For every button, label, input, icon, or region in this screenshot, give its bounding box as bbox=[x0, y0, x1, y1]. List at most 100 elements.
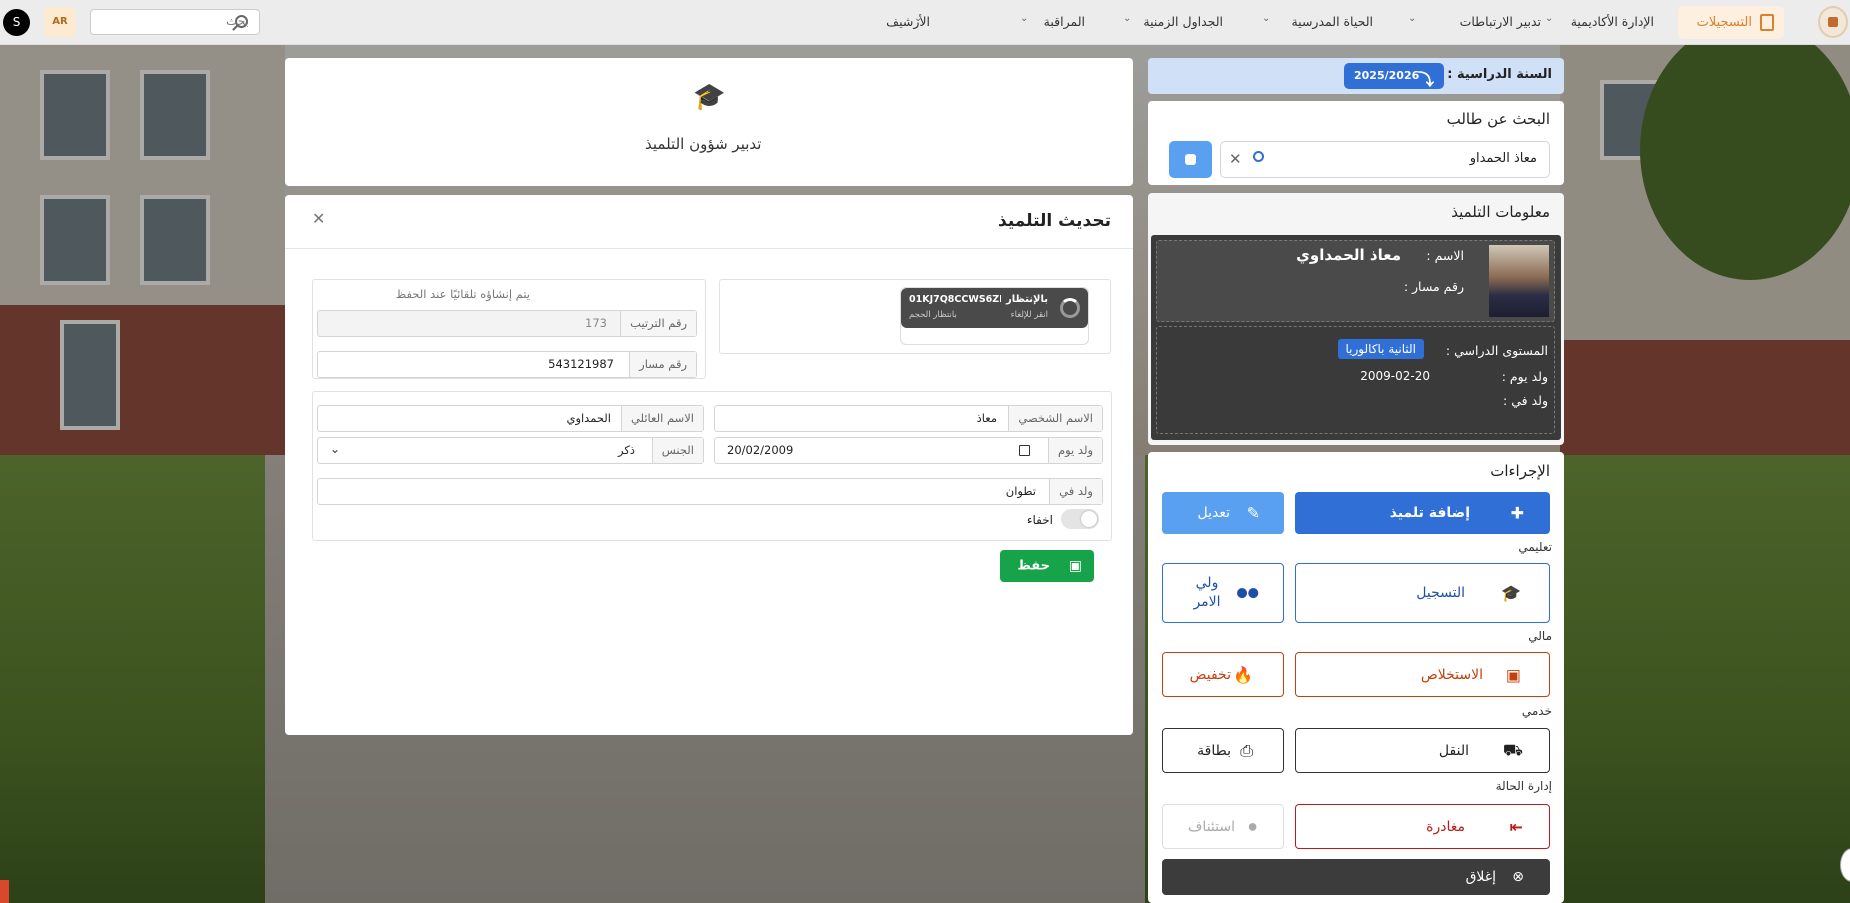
auto-fields-box: يتم إنشاؤه تلقائيًا عند الحفظ رقم الترتي… bbox=[312, 279, 706, 379]
student-summary-box: الاسم : معاذ الحمداوي رقم مسار : bbox=[1156, 240, 1555, 322]
student-search-card: البحث عن طالب ✕ معاذ الحمداو bbox=[1148, 101, 1564, 185]
school-year-bar: السنة الدراسية : 2025/2026 ⤵ bbox=[1148, 58, 1564, 94]
student-photo bbox=[1489, 245, 1549, 317]
student-affairs-header: 🎓 تدبير شؤون التلميذ bbox=[285, 58, 1133, 186]
fire-icon: 🔥 bbox=[1233, 665, 1253, 684]
auto-note: يتم إنشاؤه تلقائيًا عند الحفظ bbox=[395, 287, 530, 301]
close-button[interactable]: ⊗ إغلاق bbox=[1162, 859, 1550, 895]
student-info-card: معلومات التلميذ الاسم : معاذ الحمداوي رق… bbox=[1148, 193, 1564, 445]
registration-button[interactable]: 🎓 التسجيل bbox=[1295, 563, 1550, 623]
student-info-panel: الاسم : معاذ الحمداوي رقم مسار : المستوى… bbox=[1151, 235, 1561, 440]
transport-button[interactable]: ⛟ النقل bbox=[1295, 728, 1550, 773]
last-name-field[interactable]: الاسم العائلي الحمداوي bbox=[317, 405, 704, 432]
top-navbar: التسجيلات الإدارة الأكاديمية ⌄ تدبير الا… bbox=[0, 0, 1850, 45]
dob-label: ولد يوم : bbox=[1501, 369, 1548, 384]
dob-field[interactable]: ولد يوم 20/02/2009 bbox=[714, 437, 1103, 464]
level-badge: الثانية باكالوريا bbox=[1337, 339, 1424, 359]
details-box: الاسم الشخصي معاذ الاسم العائلي الحمداوي… bbox=[312, 391, 1112, 541]
actions-card: الإجراءات ✚ إضافة تلميذ ✎ تعديل تعليمي 🎓… bbox=[1148, 452, 1564, 903]
search-icon bbox=[1253, 151, 1264, 162]
close-circle-icon: ⊗ bbox=[1512, 869, 1524, 885]
users-icon: ●● bbox=[1236, 585, 1259, 601]
first-name-field[interactable]: الاسم الشخصي معاذ bbox=[714, 405, 1103, 432]
nav-item-academic[interactable]: الإدارة الأكاديمية bbox=[1571, 14, 1654, 29]
update-student-form: تحديث التلميذ ✕ بالإنتظار انقر للإلغاء 0… bbox=[285, 195, 1133, 735]
lookup-icon bbox=[1185, 154, 1196, 165]
level-label: المستوى الدراسي : bbox=[1445, 343, 1548, 358]
pob-field[interactable]: ولد في تطوان bbox=[317, 478, 1103, 505]
dob-value: 2009-02-20 bbox=[1360, 369, 1430, 383]
massar-label: رقم مسار : bbox=[1403, 279, 1464, 294]
actions-title: الإجراءات bbox=[1490, 462, 1550, 480]
page-title: تدبير شؤون التلميذ bbox=[645, 135, 762, 153]
student-search-input[interactable]: ✕ معاذ الحمداو bbox=[1220, 141, 1550, 178]
chevron-down-icon: ⌄ bbox=[1545, 13, 1554, 24]
collection-button[interactable]: ▣ الاستخلاص bbox=[1295, 652, 1550, 697]
clear-icon[interactable]: ✕ bbox=[1229, 150, 1242, 168]
student-info-title: معلومات التلميذ bbox=[1451, 203, 1550, 221]
school-year-selector[interactable]: 2025/2026 ⤵ bbox=[1344, 63, 1444, 89]
edit-button[interactable]: ✎ تعديل bbox=[1162, 492, 1284, 534]
section-educational: تعليمي bbox=[1518, 540, 1552, 554]
truck-icon: ⛟ bbox=[1502, 740, 1523, 759]
chevron-down-icon: ⌄ bbox=[1408, 13, 1417, 24]
card-button[interactable]: ⎙ بطاقة bbox=[1162, 728, 1284, 773]
add-student-button[interactable]: ✚ إضافة تلميذ bbox=[1295, 492, 1550, 534]
section-status: إدارة الحالة bbox=[1495, 779, 1552, 793]
floppy-disk-icon: ▣ bbox=[1068, 558, 1082, 574]
graduation-cap-icon: 🎓 bbox=[1501, 583, 1521, 603]
student-search-title: البحث عن طالب bbox=[1446, 110, 1550, 128]
school-year-label: السنة الدراسية : bbox=[1447, 67, 1552, 82]
document-icon bbox=[1760, 14, 1774, 31]
nav-item-monitoring[interactable]: المراقبة bbox=[1044, 14, 1085, 29]
nav-item-archive[interactable]: الأرشيف bbox=[886, 14, 930, 29]
chevron-down-icon: ⌄ bbox=[1262, 13, 1271, 24]
edit-icon: ✎ bbox=[1246, 503, 1260, 523]
order-number-field: رقم الترتيب 173 bbox=[317, 310, 697, 337]
language-switch[interactable]: AR bbox=[44, 7, 76, 37]
hide-label: اخفاء bbox=[1026, 513, 1053, 527]
nav-item-school-life[interactable]: الحياة المدرسية bbox=[1291, 14, 1373, 29]
photo-upload-area[interactable]: بالإنتظار انقر للإلغاء 01KJ7Q8CCWS6ZD...… bbox=[719, 279, 1111, 354]
nav-item-registrations[interactable]: التسجيلات bbox=[1678, 6, 1784, 39]
form-title: تحديث التلميذ bbox=[998, 211, 1111, 231]
chevron-down-icon: ⌄ bbox=[914, 13, 923, 24]
gender-select[interactable]: الجنس ذكر ⌄ bbox=[317, 437, 704, 464]
nav-item-relations[interactable]: تدبير الارتباطات bbox=[1460, 14, 1541, 29]
toggle-knob bbox=[1081, 511, 1097, 527]
nav-item-schedules[interactable]: الجداول الزمنية bbox=[1143, 14, 1223, 29]
student-details-box: المستوى الدراسي : الثانية باكالوريا ولد … bbox=[1156, 326, 1555, 434]
calendar-icon[interactable] bbox=[1019, 445, 1030, 456]
resume-button[interactable]: ● استئناف bbox=[1162, 804, 1284, 849]
name-label: الاسم : bbox=[1426, 248, 1464, 263]
close-icon[interactable]: ✕ bbox=[312, 209, 325, 228]
pob-label: ولد في : bbox=[1503, 393, 1548, 408]
corner-badge bbox=[0, 880, 9, 903]
graduation-cap-icon: 🎓 bbox=[693, 82, 726, 112]
section-service: خدمي bbox=[1521, 704, 1552, 718]
spinner-icon bbox=[1060, 298, 1080, 318]
school-logo[interactable] bbox=[1818, 6, 1848, 38]
hide-toggle[interactable] bbox=[1061, 509, 1099, 529]
exit-icon: ⇤ bbox=[1509, 817, 1523, 836]
name-value: معاذ الحمداوي bbox=[1296, 246, 1401, 264]
guardian-button[interactable]: ●● ولي الامر bbox=[1162, 563, 1284, 623]
cash-icon: ▣ bbox=[1505, 665, 1521, 684]
global-search[interactable] bbox=[90, 9, 260, 35]
leave-button[interactable]: ⇤ مغادرة bbox=[1295, 804, 1550, 849]
circle-icon: ● bbox=[1248, 821, 1257, 832]
student-search-button[interactable] bbox=[1169, 141, 1212, 178]
chevron-down-icon: ⌄ bbox=[1123, 13, 1132, 24]
form-divider bbox=[285, 248, 1133, 249]
global-search-input[interactable] bbox=[119, 14, 249, 28]
chevron-down-icon: ⌄ bbox=[330, 442, 341, 456]
swap-icon: ⤵ bbox=[1417, 70, 1434, 89]
print-icon: ⎙ bbox=[1240, 740, 1253, 760]
massar-field[interactable]: رقم مسار 543121987 bbox=[317, 351, 697, 378]
discount-button[interactable]: 🔥 تخفيض bbox=[1162, 652, 1284, 697]
user-avatar[interactable]: S bbox=[3, 9, 30, 36]
chevron-down-icon: ⌄ bbox=[1020, 13, 1029, 24]
upload-progress-chip[interactable]: بالإنتظار انقر للإلغاء 01KJ7Q8CCWS6ZD...… bbox=[901, 288, 1088, 328]
section-financial: مالي bbox=[1528, 629, 1552, 643]
save-button[interactable]: ▣ حفظ bbox=[1000, 550, 1094, 582]
